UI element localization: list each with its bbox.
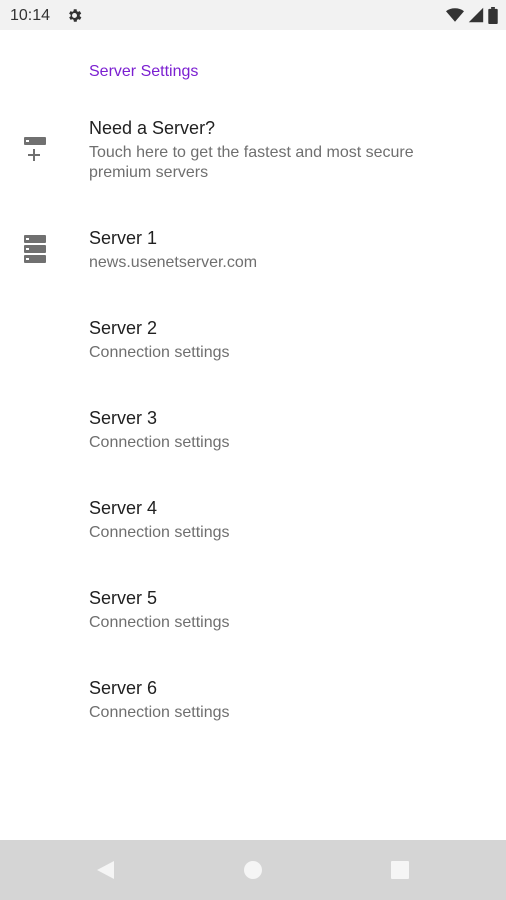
recents-icon[interactable] [389, 859, 411, 881]
navigation-bar [0, 840, 506, 900]
item-title: Server 2 [89, 318, 158, 338]
server-6-item[interactable]: Server 6 Connection settings [0, 677, 506, 737]
item-title: Server 3 [89, 408, 158, 428]
status-bar: 10:14 [0, 0, 506, 30]
item-title: Server 5 [89, 588, 158, 608]
server-3-item[interactable]: Server 3 Connection settings [0, 407, 506, 467]
server-5-item[interactable]: Server 5 Connection settings [0, 587, 506, 647]
item-title: Need a Server? [89, 118, 216, 138]
item-title: Server 4 [89, 498, 158, 518]
status-icons [446, 6, 498, 24]
item-summary: news.usenetserver.com [89, 254, 258, 271]
item-summary: Connection settings [89, 614, 230, 631]
item-summary: Connection settings [89, 434, 230, 451]
wifi-icon [446, 8, 464, 22]
home-icon[interactable] [242, 859, 264, 881]
battery-icon [488, 6, 498, 24]
item-summary: Connection settings [89, 704, 230, 721]
signal-icon [468, 7, 484, 23]
item-summary: Connection settings [89, 524, 230, 541]
section-header: Server Settings [89, 63, 199, 80]
add-server-icon [24, 137, 46, 161]
server-4-item[interactable]: Server 4 Connection settings [0, 497, 506, 557]
item-title: Server 1 [89, 228, 158, 248]
server-1-item[interactable]: Server 1 news.usenetserver.com [0, 227, 506, 287]
item-title: Server 6 [89, 678, 158, 698]
item-summary: Touch here to get the fastest and most s… [89, 144, 414, 181]
back-icon[interactable] [94, 859, 116, 881]
item-summary: Connection settings [89, 344, 230, 361]
status-time: 10:14 [10, 7, 51, 24]
screen: 10:14 Server Settings Need a Server? Tou… [0, 0, 506, 900]
need-server-item[interactable]: Need a Server? Touch here to get the fas… [0, 117, 506, 187]
server-stack-icon [24, 235, 46, 263]
gear-icon [69, 9, 82, 22]
server-2-item[interactable]: Server 2 Connection settings [0, 317, 506, 377]
